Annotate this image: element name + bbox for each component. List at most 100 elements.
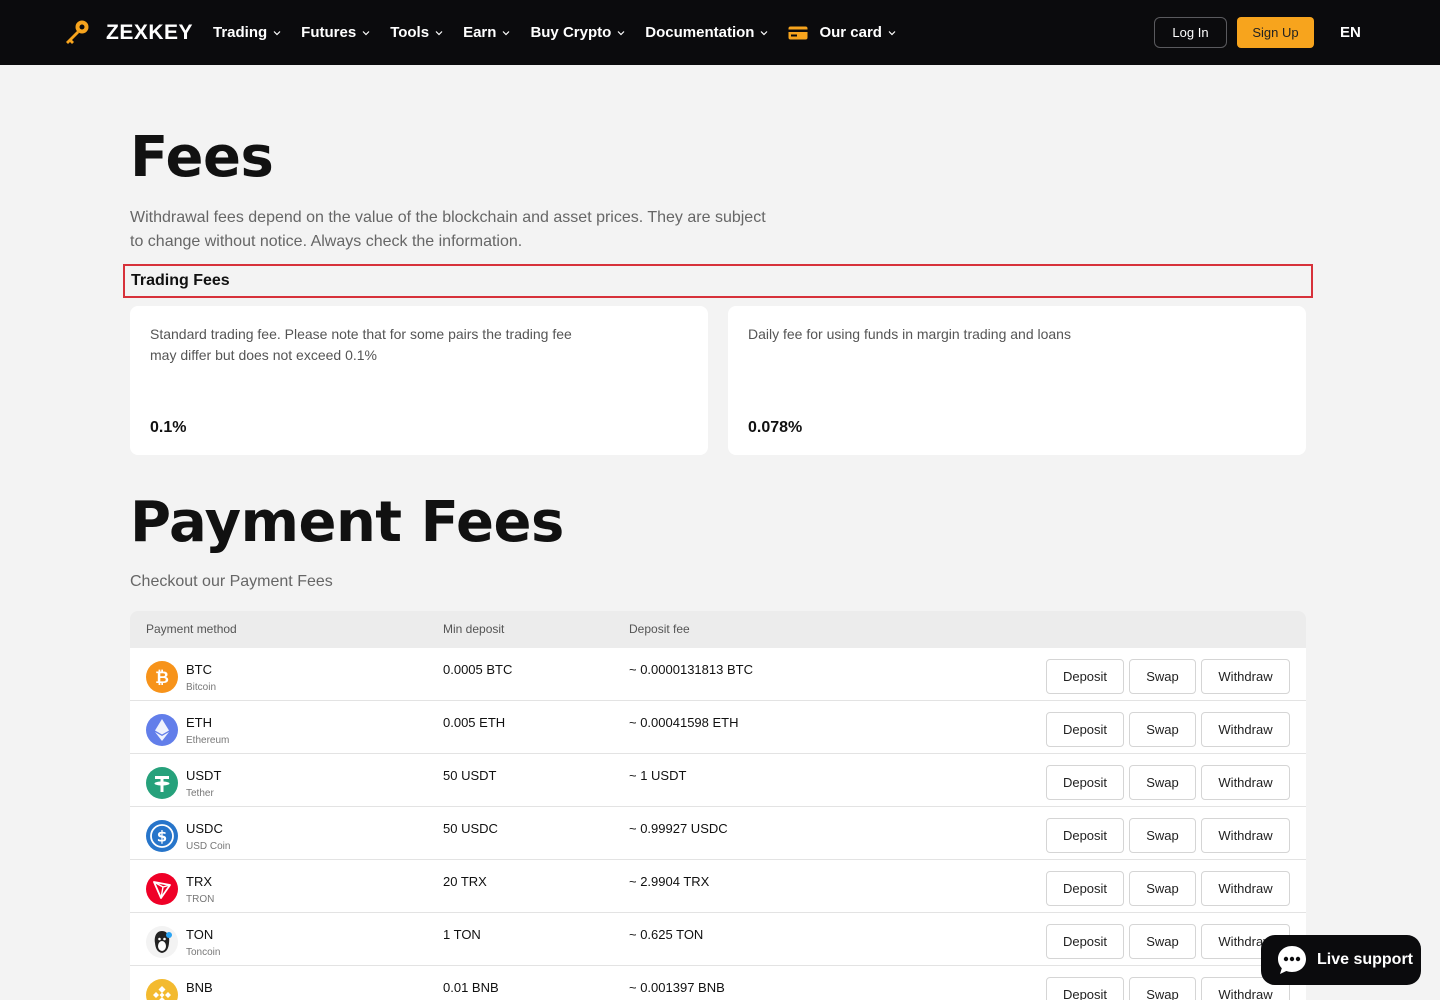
nav-earn[interactable]: Earn bbox=[463, 24, 510, 41]
bitcoin-icon: ₿ bbox=[146, 661, 178, 693]
chat-bubble-icon bbox=[1276, 944, 1308, 976]
bnb-icon bbox=[146, 979, 178, 1000]
swap-button[interactable]: Swap bbox=[1129, 818, 1196, 853]
deposit-fee: ~ 0.001397 BNB bbox=[629, 980, 725, 995]
deposit-button[interactable]: Deposit bbox=[1046, 712, 1124, 747]
deposit-fee: ~ 1 USDT bbox=[629, 768, 687, 783]
margin-fee-text: Daily fee for using funds in margin trad… bbox=[748, 326, 1071, 342]
chevron-down-icon bbox=[273, 30, 281, 35]
table-row: ETH Ethereum 0.005 ETH ~ 0.00041598 ETH … bbox=[130, 701, 1306, 754]
withdraw-button[interactable]: Withdraw bbox=[1201, 871, 1290, 906]
trading-fees-heading: Trading Fees bbox=[123, 264, 1313, 298]
nav-tools[interactable]: Tools bbox=[390, 24, 443, 41]
deposit-fee: ~ 0.0000131813 BTC bbox=[629, 662, 753, 677]
deposit-button[interactable]: Deposit bbox=[1046, 818, 1124, 853]
coin-name: TRON bbox=[186, 894, 215, 905]
coin-symbol: USDT bbox=[186, 768, 222, 783]
table-row: TRX TRON 20 TRX ~ 2.9904 TRX Deposit Swa… bbox=[130, 860, 1306, 913]
page-title: Fees bbox=[130, 125, 274, 190]
deposit-fee: ~ 0.00041598 ETH bbox=[629, 715, 739, 730]
nav-tools-label: Tools bbox=[390, 24, 430, 41]
ethereum-icon bbox=[146, 714, 178, 746]
margin-fee-card: Daily fee for using funds in margin trad… bbox=[728, 306, 1306, 455]
withdraw-button[interactable]: Withdraw bbox=[1201, 765, 1290, 800]
key-logo-icon bbox=[56, 13, 96, 53]
deposit-button[interactable]: Deposit bbox=[1046, 765, 1124, 800]
nav-futures[interactable]: Futures bbox=[301, 24, 370, 41]
nav-trading[interactable]: Trading bbox=[213, 24, 281, 41]
withdraw-button[interactable]: Withdraw bbox=[1201, 659, 1290, 694]
table-row: BNB 0.01 BNB ~ 0.001397 BNB Deposit Swap… bbox=[130, 966, 1306, 1000]
coin-name: Bitcoin bbox=[186, 682, 217, 693]
language-selector[interactable]: EN bbox=[1340, 24, 1361, 41]
min-deposit: 1 TON bbox=[443, 927, 481, 942]
trading-fee-text: Standard trading fee. Please note that f… bbox=[150, 326, 572, 363]
coin-symbol: ETH bbox=[186, 715, 212, 730]
deposit-fee: ~ 0.99927 USDC bbox=[629, 821, 728, 836]
usdc-icon: $ bbox=[146, 820, 178, 852]
deposit-button[interactable]: Deposit bbox=[1046, 977, 1124, 1000]
header-payment-method: Payment method bbox=[146, 622, 237, 636]
payment-fees-table: Payment method Min deposit Deposit fee ₿… bbox=[130, 611, 1306, 1000]
chevron-down-icon bbox=[435, 30, 443, 35]
login-button[interactable]: Log In bbox=[1154, 17, 1227, 48]
tron-icon bbox=[146, 873, 178, 905]
coin-name: USD Coin bbox=[186, 841, 231, 852]
header-deposit-fee: Deposit fee bbox=[629, 622, 690, 636]
trading-fee-card: Standard trading fee. Please note that f… bbox=[130, 306, 708, 455]
toncoin-icon bbox=[146, 926, 178, 958]
live-support-button[interactable]: Live support bbox=[1261, 935, 1421, 985]
min-deposit: 50 USDC bbox=[443, 821, 498, 836]
coin-symbol: BTC bbox=[186, 662, 212, 677]
nav-documentation[interactable]: Documentation bbox=[645, 24, 768, 41]
chevron-down-icon bbox=[503, 30, 510, 35]
deposit-button[interactable]: Deposit bbox=[1046, 659, 1124, 694]
nav-futures-label: Futures bbox=[301, 24, 357, 41]
swap-button[interactable]: Swap bbox=[1129, 659, 1196, 694]
nav-documentation-label: Documentation bbox=[645, 24, 755, 41]
table-header: Payment method Min deposit Deposit fee bbox=[130, 611, 1306, 648]
coin-name: Ethereum bbox=[186, 735, 230, 746]
payment-fees-subtitle: Checkout our Payment Fees bbox=[130, 573, 333, 590]
credit-card-icon bbox=[788, 26, 808, 39]
fees-description: Withdrawal fees depend on the value of t… bbox=[130, 209, 766, 250]
swap-button[interactable]: Swap bbox=[1129, 712, 1196, 747]
chevron-down-icon bbox=[888, 30, 896, 35]
header-min-deposit: Min deposit bbox=[443, 622, 505, 636]
nav-trading-label: Trading bbox=[213, 24, 268, 41]
swap-button[interactable]: Swap bbox=[1129, 924, 1196, 959]
deposit-fee: ~ 2.9904 TRX bbox=[629, 874, 710, 889]
swap-button[interactable]: Swap bbox=[1129, 977, 1196, 1000]
deposit-button[interactable]: Deposit bbox=[1046, 924, 1124, 959]
withdraw-button[interactable]: Withdraw bbox=[1201, 712, 1290, 747]
table-row: USDT Tether 50 USDT ~ 1 USDT Deposit Swa… bbox=[130, 754, 1306, 807]
min-deposit: 20 TRX bbox=[443, 874, 487, 889]
signup-button[interactable]: Sign Up bbox=[1237, 17, 1314, 48]
table-row: TON Toncoin 1 TON ~ 0.625 TON Deposit Sw… bbox=[130, 913, 1306, 966]
nav-our-card-label: Our card bbox=[819, 24, 882, 41]
top-nav: ZEXKEY Trading Futures Tools Earn Buy Cr… bbox=[0, 0, 1440, 65]
chevron-down-icon bbox=[617, 30, 625, 35]
min-deposit: 0.005 ETH bbox=[443, 715, 506, 730]
nav-earn-label: Earn bbox=[463, 24, 497, 41]
table-row: $ USDC USD Coin 50 USDC ~ 0.99927 USDC D… bbox=[130, 807, 1306, 860]
table-row: ₿ BTC Bitcoin 0.0005 BTC ~ 0.0000131813 … bbox=[130, 648, 1306, 701]
coin-symbol: BNB bbox=[186, 980, 213, 995]
deposit-fee: ~ 0.625 TON bbox=[629, 927, 704, 942]
coin-name: Toncoin bbox=[186, 947, 221, 958]
svg-text:₿: ₿ bbox=[155, 668, 169, 688]
svg-text:$: $ bbox=[157, 828, 167, 846]
chevron-down-icon bbox=[362, 30, 370, 35]
payment-fees-title: Payment Fees bbox=[130, 490, 564, 555]
coin-symbol: TON bbox=[186, 927, 214, 942]
nav-our-card[interactable]: Our card bbox=[788, 24, 896, 41]
coin-name: Tether bbox=[186, 788, 214, 799]
brand-logo[interactable]: ZEXKEY bbox=[56, 13, 193, 53]
nav-buy-crypto-label: Buy Crypto bbox=[530, 24, 612, 41]
min-deposit: 50 USDT bbox=[443, 768, 497, 783]
deposit-button[interactable]: Deposit bbox=[1046, 871, 1124, 906]
swap-button[interactable]: Swap bbox=[1129, 871, 1196, 906]
nav-buy-crypto[interactable]: Buy Crypto bbox=[530, 24, 625, 41]
withdraw-button[interactable]: Withdraw bbox=[1201, 818, 1290, 853]
swap-button[interactable]: Swap bbox=[1129, 765, 1196, 800]
